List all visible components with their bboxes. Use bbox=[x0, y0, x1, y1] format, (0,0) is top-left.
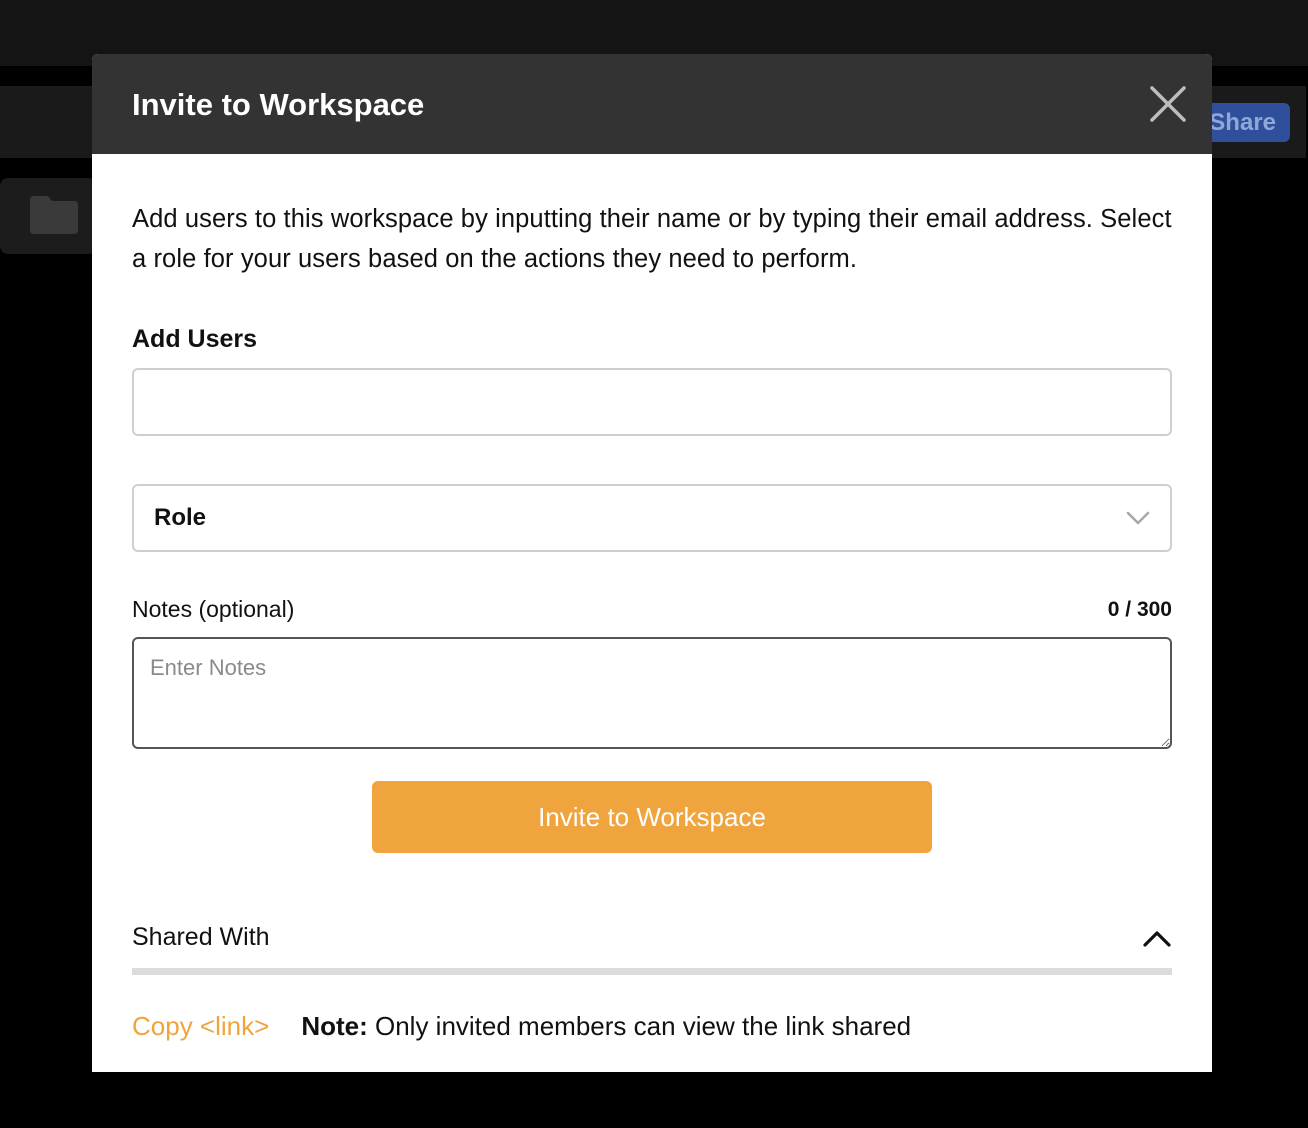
modal-description: Add users to this workspace by inputting… bbox=[132, 205, 1172, 273]
shared-with-header[interactable]: Shared With bbox=[132, 923, 1172, 952]
notes-char-count: 0 / 300 bbox=[1107, 597, 1172, 621]
copy-link[interactable]: Copy <link> bbox=[132, 1011, 269, 1042]
shared-with-divider bbox=[132, 968, 1172, 975]
notes-header: Notes (optional) 0 / 300 bbox=[132, 596, 1172, 623]
modal-title: Invite to Workspace bbox=[132, 87, 425, 122]
notes-label: Notes (optional) bbox=[132, 596, 295, 622]
close-button[interactable] bbox=[1146, 82, 1190, 126]
shared-with-label: Shared With bbox=[132, 923, 270, 951]
add-users-label: Add Users bbox=[132, 325, 258, 353]
role-dropdown[interactable]: Role bbox=[132, 484, 1172, 552]
invite-to-workspace-button[interactable]: Invite to Workspace bbox=[372, 781, 932, 853]
close-icon bbox=[1150, 86, 1186, 122]
folder-icon bbox=[30, 196, 78, 234]
role-selected-value: Role bbox=[154, 504, 207, 531]
link-note: Note: Only invited members can view the … bbox=[301, 1011, 911, 1042]
note-label: Note: bbox=[301, 1011, 368, 1041]
invite-modal: Invite to Workspace Add users to this wo… bbox=[92, 54, 1212, 1072]
modal-header: Invite to Workspace bbox=[92, 54, 1212, 154]
add-users-input[interactable] bbox=[132, 368, 1172, 436]
modal-body: Add users to this workspace by inputting… bbox=[92, 199, 1212, 1042]
notes-textarea[interactable] bbox=[132, 637, 1172, 749]
chevron-down-icon bbox=[1126, 511, 1150, 525]
note-text: Only invited members can view the link s… bbox=[374, 1011, 912, 1041]
footer-row: Copy <link> Note: Only invited members c… bbox=[132, 1011, 1172, 1042]
chevron-up-icon[interactable] bbox=[1142, 928, 1172, 948]
